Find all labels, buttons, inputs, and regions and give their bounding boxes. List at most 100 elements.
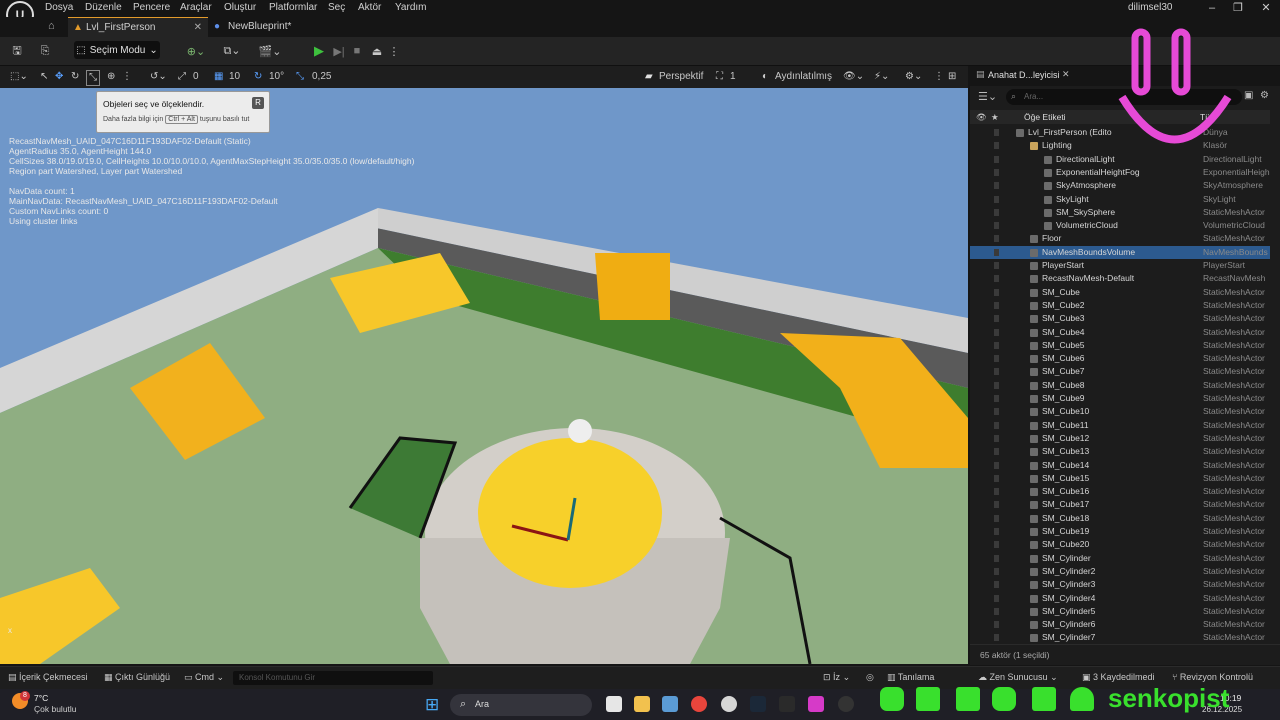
outliner-row[interactable]: SM_Cylinder5 StaticMeshActor <box>970 605 1270 618</box>
translate-icon[interactable]: ✥ <box>55 70 63 84</box>
menu-duzenle[interactable]: Düzenle <box>85 2 122 13</box>
scale-snap-value[interactable]: 0,25 <box>312 70 331 84</box>
visibility-toggle-icon[interactable] <box>994 474 999 482</box>
outliner-row[interactable]: SM_Cube2 StaticMeshActor <box>970 299 1270 312</box>
visibility-toggle-icon[interactable] <box>994 634 999 642</box>
visibility-toggle-icon[interactable] <box>994 341 999 349</box>
outliner-row[interactable]: ExponentialHeightFog ExponentialHeigh <box>970 166 1270 179</box>
visibility-toggle-icon[interactable] <box>994 434 999 442</box>
outliner-row[interactable]: Floor StaticMeshActor <box>970 232 1270 245</box>
outliner-row[interactable]: SM_Cube5 StaticMeshActor <box>970 339 1270 352</box>
world-space-icon[interactable]: ⊕ <box>107 70 115 84</box>
save-icon[interactable]: 🖫 <box>10 43 24 59</box>
store-icon[interactable] <box>662 696 678 712</box>
selection-mode-dropdown[interactable]: ⬚ Seçim Modu ⌄ <box>74 41 160 59</box>
add-actor-icon[interactable]: ⊕⌄ <box>184 43 208 59</box>
grid-size-value[interactable]: 10 <box>229 70 240 84</box>
visibility-toggle-icon[interactable] <box>994 528 999 535</box>
outliner-row[interactable]: SM_Cube7 StaticMeshActor <box>970 365 1270 378</box>
menu-pencere[interactable]: Pencere <box>133 2 170 13</box>
visibility-toggle-icon[interactable] <box>994 222 999 230</box>
outliner-row[interactable]: SM_Cylinder4 StaticMeshActor <box>970 592 1270 605</box>
step-icon[interactable]: ▶| <box>332 43 346 59</box>
visibility-toggle-icon[interactable] <box>994 581 999 589</box>
layout-icon[interactable]: ⊞ <box>948 70 956 84</box>
outliner-row[interactable]: SM_Cylinder7 StaticMeshActor <box>970 631 1270 644</box>
camera-speed-icon[interactable]: ⛶ <box>716 70 723 84</box>
cinematics-icon[interactable]: 🎬⌄ <box>258 43 282 59</box>
diagnostics-button[interactable]: ▥ Tanılama <box>887 672 934 683</box>
file-explorer-icon[interactable] <box>634 696 650 712</box>
revision-control-button[interactable]: ⑂ Revizyon Kontrolü <box>1172 672 1253 682</box>
unreal-taskbar-icon[interactable] <box>838 696 854 712</box>
outliner-row[interactable]: SM_Cylinder StaticMeshActor <box>970 552 1270 565</box>
menu-aktor[interactable]: Aktör <box>358 2 381 13</box>
cmd-dropdown[interactable]: ▭ Cmd ⌄ <box>184 672 224 683</box>
more-icon[interactable]: ⋮ <box>122 70 132 84</box>
task-view-icon[interactable] <box>606 696 622 712</box>
visibility-toggle-icon[interactable] <box>994 328 999 336</box>
visibility-toggle-icon[interactable] <box>994 195 999 203</box>
visibility-toggle-icon[interactable] <box>994 275 999 283</box>
outliner-row[interactable]: SM_Cube6 StaticMeshActor <box>970 352 1270 365</box>
menu-platformlar[interactable]: Platformlar <box>269 2 317 13</box>
visibility-toggle-icon[interactable] <box>994 421 999 429</box>
menu-yardim[interactable]: Yardım <box>395 2 427 13</box>
media-app-icon[interactable] <box>808 696 824 712</box>
perspective-dropdown[interactable]: Perspektif <box>659 70 703 84</box>
outliner-row[interactable]: SM_SkySphere StaticMeshActor <box>970 206 1270 219</box>
scale-icon[interactable]: ⤡ <box>86 70 100 86</box>
surface-snap-icon[interactable]: ↺⌄ <box>150 70 167 84</box>
outliner-row[interactable]: VolumetricCloud VolumetricCloud <box>970 219 1270 232</box>
outliner-row[interactable]: SM_Cylinder3 StaticMeshActor <box>970 578 1270 591</box>
stop-icon[interactable]: ■ <box>351 43 363 59</box>
unsaved-button[interactable]: ▣ 3 Kaydedilmedi <box>1082 672 1155 683</box>
rotation-snap-value[interactable]: 10° <box>269 70 284 84</box>
home-icon[interactable]: ⌂ <box>48 20 55 32</box>
performance-icon[interactable]: ⚡⌄ <box>874 70 889 84</box>
close-icon[interactable]: ✕ <box>1250 0 1280 16</box>
visibility-toggle-icon[interactable] <box>994 262 999 269</box>
more-options-icon[interactable]: ⋮ <box>389 43 400 59</box>
outliner-row[interactable]: SkyLight SkyLight <box>970 193 1270 206</box>
visibility-toggle-icon[interactable] <box>994 368 999 376</box>
outliner-row[interactable]: SM_Cube14 StaticMeshActor <box>970 459 1270 472</box>
outliner-row[interactable]: SM_Cube19 StaticMeshActor <box>970 525 1270 538</box>
outliner-row[interactable]: SM_Cube9 StaticMeshActor <box>970 392 1270 405</box>
menu-sec[interactable]: Seç <box>328 2 345 13</box>
source-control-icon[interactable]: ⎘ <box>38 43 52 59</box>
header-label-column[interactable]: Öğe Etiketi <box>1024 112 1066 122</box>
play-icon[interactable]: ▶ <box>312 43 326 59</box>
visibility-toggle-icon[interactable] <box>994 408 999 416</box>
scale-snap-icon[interactable]: ⤡ <box>296 70 304 84</box>
blueprint-menu-icon[interactable]: ⧉⌄ <box>220 43 244 59</box>
menu-olustur[interactable]: Oluştur <box>224 2 256 13</box>
windows-start-icon[interactable]: ⊞ <box>425 695 439 715</box>
visibility-toggle-icon[interactable] <box>994 554 999 562</box>
outliner-row[interactable]: SM_Cube10 StaticMeshActor <box>970 405 1270 418</box>
outliner-row[interactable]: SM_Cylinder2 StaticMeshActor <box>970 565 1270 578</box>
tab-close-icon[interactable]: ✕ <box>194 18 202 38</box>
rotate-icon[interactable]: ↻ <box>71 70 79 84</box>
visibility-toggle-icon[interactable] <box>994 488 999 496</box>
transform-mode-icon[interactable]: ⬚⌄ <box>10 70 28 84</box>
visibility-toggle-icon[interactable] <box>994 381 999 389</box>
visibility-toggle-icon[interactable] <box>994 514 999 522</box>
console-input[interactable]: Konsol Komutunu Gir <box>233 671 433 685</box>
outliner-settings-icon[interactable]: ⚙ <box>1260 90 1269 101</box>
output-log-button[interactable]: ▦ Çıktı Günlüğü <box>104 672 170 683</box>
outliner-row[interactable]: SM_Cube15 StaticMeshActor <box>970 472 1270 485</box>
rotation-snap-icon[interactable]: ↻ <box>254 70 262 84</box>
outliner-row[interactable]: SM_Cube13 StaticMeshActor <box>970 445 1270 458</box>
visibility-toggle-icon[interactable] <box>994 301 999 309</box>
trace-button[interactable]: ⊡ İz ⌄ <box>823 672 850 683</box>
menu-araclar[interactable]: Araçlar <box>180 2 212 13</box>
outliner-row[interactable]: SM_Cylinder6 StaticMeshActor <box>970 618 1270 631</box>
outliner-row[interactable]: SM_Cube11 StaticMeshActor <box>970 419 1270 432</box>
visibility-toggle-icon[interactable] <box>994 142 999 150</box>
select-icon[interactable]: ↖ <box>40 70 48 84</box>
steam-icon[interactable] <box>750 696 766 712</box>
visibility-toggle-icon[interactable] <box>994 315 999 323</box>
visibility-toggle-icon[interactable] <box>994 208 999 216</box>
outliner-row[interactable]: SM_Cube18 StaticMeshActor <box>970 512 1270 525</box>
